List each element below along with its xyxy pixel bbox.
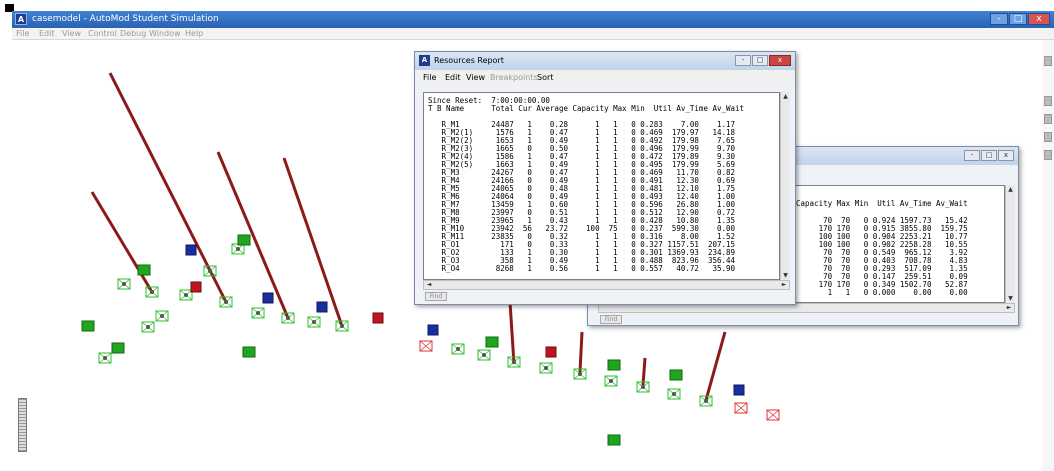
report-menu-bar: File Edit View Breakpoints Sort [415, 70, 795, 84]
report-scroll-up-icon[interactable]: ▲ [781, 92, 790, 101]
automod-logo-icon: A [15, 13, 27, 25]
back-maximize-button[interactable]: □ [981, 150, 997, 161]
zoom-slider[interactable] [18, 398, 27, 452]
back-report-rows: 70 70 0 0.924 1597.73 15.42 170 170 0 0.… [796, 209, 968, 297]
minimize-button[interactable]: - [990, 13, 1008, 25]
back-vertical-scrollbar[interactable]: ▲ ▼ [1005, 185, 1015, 303]
report-menu-edit[interactable]: Edit [445, 73, 461, 82]
menu-control[interactable]: Control [88, 29, 117, 38]
report-menu-sort[interactable]: Sort [537, 73, 553, 82]
report-find-button[interactable]: Find [425, 292, 447, 301]
side-tool-5[interactable] [1044, 150, 1052, 160]
back-scroll-down-icon[interactable]: ▼ [1006, 294, 1015, 303]
side-tool-2[interactable] [1044, 96, 1052, 106]
report-maximize-button[interactable]: □ [752, 55, 768, 66]
side-tool-3[interactable] [1044, 114, 1052, 124]
maximize-button[interactable]: □ [1009, 13, 1027, 25]
report-scroll-left-icon[interactable]: ◄ [424, 281, 434, 289]
main-window-title: casemodel - AutoMod Student Simulation [32, 14, 219, 24]
wireframe-stations-red [419, 340, 780, 421]
report-menu-file[interactable]: File [423, 73, 436, 82]
report-menu-breakpoints[interactable]: Breakpoints [490, 73, 538, 82]
back-scroll-up-icon[interactable]: ▲ [1006, 185, 1015, 194]
report-row: 1 1 0 0.000 0.00 0.00 [796, 288, 968, 297]
back-close-button[interactable]: x [998, 150, 1014, 161]
report-scroll-right-icon[interactable]: ► [779, 281, 789, 289]
menu-help[interactable]: Help [185, 29, 203, 38]
menu-edit[interactable]: Edit [39, 29, 55, 38]
report-minimize-button[interactable]: - [735, 55, 751, 66]
report-menu-view[interactable]: View [466, 73, 485, 82]
side-tool-1[interactable] [1044, 56, 1052, 66]
report-scroll-down-icon[interactable]: ▼ [781, 271, 790, 280]
back-report-header: Capacity Max Min Util Av_Time Av_Wait [796, 199, 968, 208]
menu-file[interactable]: File [16, 29, 29, 38]
report-row: R_O4 8268 1 0.56 1 1 0 0.557 40.72 35.90 [428, 264, 736, 273]
report-close-button[interactable]: x [769, 55, 791, 66]
report-vertical-scrollbar[interactable]: ▲ ▼ [780, 92, 790, 280]
report-column-header: T B Name Total Cur Average Capacity Max … [428, 104, 745, 113]
side-tool-4[interactable] [1044, 132, 1052, 142]
back-find-button[interactable]: Find [600, 315, 622, 324]
resources-report-window[interactable]: A Resources Report - □ x File Edit View … [414, 51, 796, 305]
resources-report-title-bar[interactable]: A Resources Report - □ x [415, 52, 795, 70]
menu-debug[interactable]: Debug [120, 29, 146, 38]
menu-view[interactable]: View [62, 29, 81, 38]
main-title-bar[interactable]: A casemodel - AutoMod Student Simulation… [12, 11, 1054, 28]
right-toolbar-strip [1042, 40, 1054, 471]
back-scroll-right-icon[interactable]: ► [1004, 304, 1014, 312]
report-horizontal-scrollbar[interactable]: ◄ ► [423, 280, 790, 290]
resources-report-title: Resources Report [434, 56, 504, 65]
main-menu-bar: File Edit View Control Debug Window Help [12, 28, 1054, 40]
resources-report-text-area[interactable]: Since Reset: 7:00:00:00.00 T B Name Tota… [423, 92, 780, 280]
close-button[interactable]: x [1028, 13, 1050, 25]
report-resource-rows: R_M1 24487 1 0.28 1 1 0 0.283 7.00 1.17 … [428, 121, 736, 273]
report-logo-icon: A [419, 55, 430, 66]
back-minimize-button[interactable]: - [964, 150, 980, 161]
menu-window[interactable]: Window [149, 29, 181, 38]
